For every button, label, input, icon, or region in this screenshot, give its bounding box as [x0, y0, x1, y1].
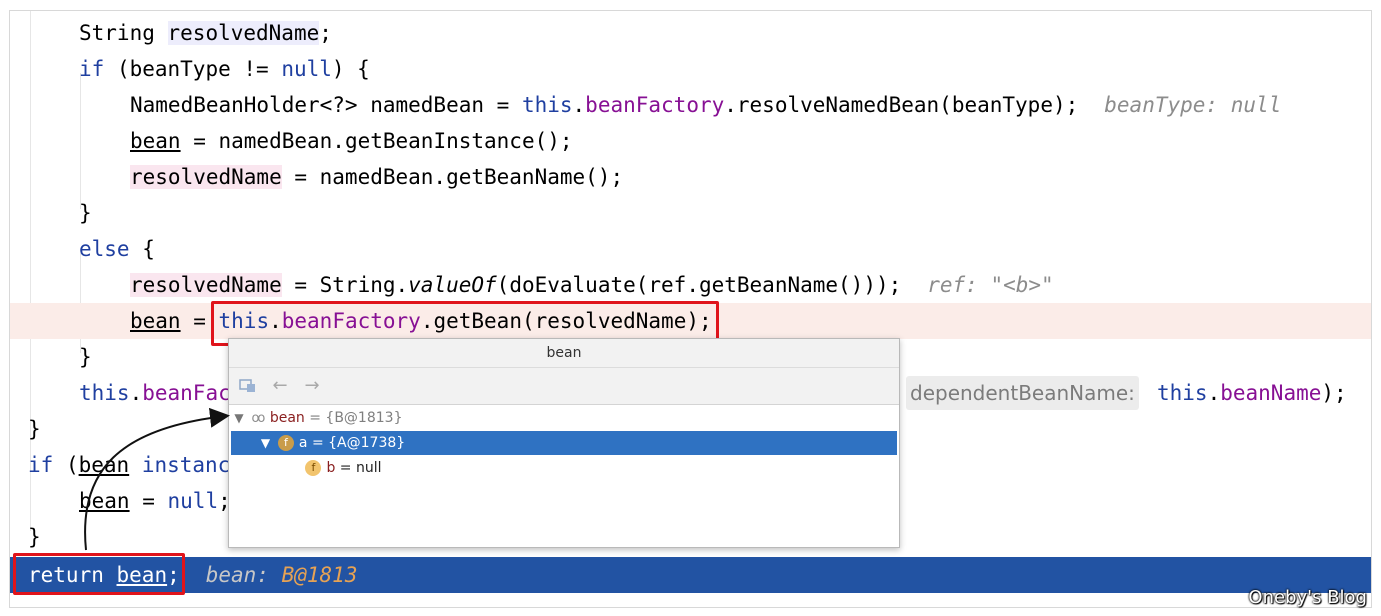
annotation-arrow	[84, 407, 230, 551]
watermark: Oneby's Blog	[1248, 587, 1367, 608]
